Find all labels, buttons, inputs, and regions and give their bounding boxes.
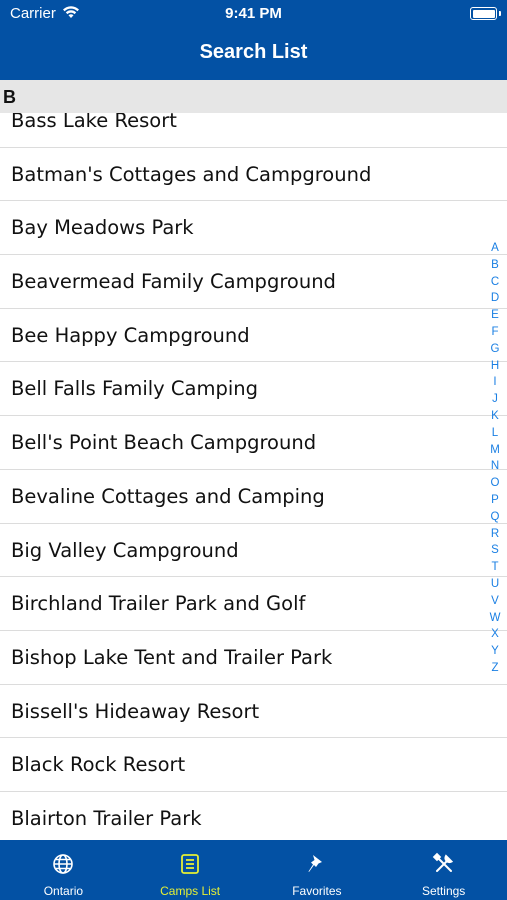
globe-icon (51, 852, 75, 876)
section-header: B (0, 80, 507, 113)
list-item[interactable]: Birchland Trailer Park and Golf (0, 577, 507, 631)
index-letter[interactable]: K (487, 408, 503, 425)
index-letter[interactable]: Y (487, 643, 503, 660)
index-letter[interactable]: Q (487, 509, 503, 526)
index-letter[interactable]: T (487, 559, 503, 576)
tab-label: Favorites (292, 884, 342, 898)
clock: 9:41 PM (225, 5, 282, 22)
index-letter[interactable]: I (487, 374, 503, 391)
index-letter[interactable]: H (487, 358, 503, 375)
list-item[interactable]: Blairton Trailer Park (0, 792, 507, 840)
index-letter[interactable]: Z (487, 660, 503, 677)
index-letter[interactable]: C (487, 274, 503, 291)
alphabet-index[interactable]: ABCDEFGHIJKLMNOPQRSTUVWXYZ (487, 240, 503, 677)
index-letter[interactable]: R (487, 526, 503, 543)
list-item[interactable]: Bissell's Hideaway Resort (0, 685, 507, 739)
battery-icon (470, 7, 501, 20)
index-letter[interactable]: V (487, 593, 503, 610)
list-item[interactable]: Bee Happy Campground (0, 309, 507, 363)
index-letter[interactable]: N (487, 458, 503, 475)
list-icon (178, 852, 202, 876)
index-letter[interactable]: W (487, 610, 503, 627)
index-letter[interactable]: G (487, 341, 503, 358)
list-item[interactable]: Bay Meadows Park (0, 201, 507, 256)
page-title: Search List (199, 41, 308, 63)
index-letter[interactable]: O (487, 475, 503, 492)
tab-favorites[interactable]: Favorites (254, 840, 381, 900)
tab-bar: Ontario Camps List Favorites Settings (0, 840, 507, 900)
index-letter[interactable]: E (487, 307, 503, 324)
list-item[interactable]: Black Rock Resort (0, 738, 507, 792)
index-letter[interactable]: S (487, 542, 503, 559)
index-letter[interactable]: U (487, 576, 503, 593)
pin-icon (305, 852, 329, 876)
index-letter[interactable]: A (487, 240, 503, 257)
list-item[interactable]: Beavermead Family Campground (0, 255, 507, 309)
list-item[interactable]: Big Valley Campground (0, 524, 507, 578)
camps-list[interactable]: B Bass Lake Resort Batman's Cottages and … (0, 80, 507, 840)
status-bar: Carrier 9:41 PM (0, 0, 507, 28)
list-item[interactable]: Bell Falls Family Camping (0, 362, 507, 417)
tab-label: Ontario (43, 884, 84, 898)
index-letter[interactable]: X (487, 626, 503, 643)
list-rows: Bass Lake Resort Batman's Cottages and Ca… (0, 94, 507, 840)
tab-settings[interactable]: Settings (380, 840, 507, 900)
tab-ontario[interactable]: Ontario (0, 840, 127, 900)
tools-icon (432, 852, 456, 876)
list-item[interactable]: Bishop Lake Tent and Trailer Park (0, 631, 507, 685)
index-letter[interactable]: B (487, 257, 503, 274)
tab-label: Settings (421, 884, 466, 898)
index-letter[interactable]: M (487, 442, 503, 459)
tab-camps-list[interactable]: Camps List (127, 840, 254, 900)
tab-label: Camps List (160, 884, 221, 898)
list-item[interactable]: Bevaline Cottages and Camping (0, 470, 507, 524)
index-letter[interactable]: P (487, 492, 503, 509)
list-item[interactable]: Bell's Point Beach Campground (0, 416, 507, 470)
index-letter[interactable]: F (487, 324, 503, 341)
index-letter[interactable]: J (487, 391, 503, 408)
list-item[interactable]: Batman's Cottages and Campground (0, 148, 507, 202)
navigation-bar: Search List (0, 28, 507, 80)
index-letter[interactable]: D (487, 290, 503, 307)
index-letter[interactable]: L (487, 425, 503, 442)
